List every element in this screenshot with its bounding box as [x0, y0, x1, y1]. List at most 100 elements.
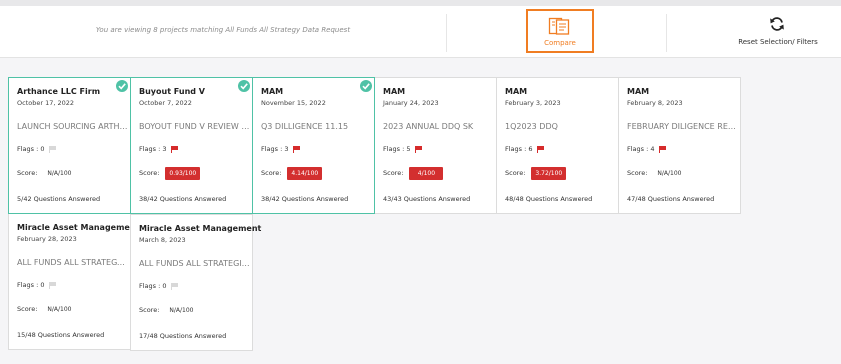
card-score: Score: N/A/100: [17, 166, 72, 180]
divider: [666, 14, 667, 52]
flag-icon: [536, 146, 544, 153]
flags-label: Flags :: [505, 145, 527, 153]
score-label: Score:: [17, 169, 38, 177]
card-flags: Flags : 4: [627, 145, 666, 153]
card-date: November 15, 2022: [261, 99, 326, 107]
project-card[interactable]: MAM January 24, 2023 2023 ANNUAL DDQ SK Fla…: [374, 77, 497, 214]
card-questions-answered: 43/43 Questions Answered: [383, 195, 471, 203]
card-score: Score: 4/100: [383, 166, 444, 180]
score-value: 4/100: [409, 166, 444, 180]
flag-icon: [170, 146, 178, 153]
card-score: Score: 0.93/100: [139, 166, 201, 180]
card-flags: Flags : 0: [17, 145, 56, 153]
flags-count: 0: [162, 282, 167, 290]
compare-document-icon: [548, 17, 570, 35]
compare-label: Compare: [544, 39, 576, 47]
card-date: February 28, 2023: [17, 235, 77, 243]
card-project-title: LAUNCH SOURCING ARTHANCE: [17, 122, 129, 131]
project-card-grid: Arthance LLC Firm October 17, 2022 LAUNCH …: [8, 77, 808, 351]
card-project-title: FEBRUARY DILIGENCE REQUEST: [627, 122, 739, 131]
card-questions-answered: 17/48 Questions Answered: [139, 332, 227, 340]
score-label: Score:: [139, 169, 160, 177]
selected-check-icon: [238, 80, 250, 92]
card-score: Score: 3.72/100: [505, 166, 567, 180]
flags-count: 4: [650, 145, 655, 153]
project-card[interactable]: Miracle Asset Management February 28, 202…: [8, 213, 139, 350]
card-flags: Flags : 0: [17, 281, 56, 289]
card-questions-answered: 5/42 Questions Answered: [17, 195, 101, 203]
card-project-title: 1Q2023 DDQ: [505, 122, 558, 131]
card-questions-answered: 38/42 Questions Answered: [139, 195, 227, 203]
card-questions-answered: 38/42 Questions Answered: [261, 195, 349, 203]
score-label: Score:: [261, 169, 282, 177]
score-value: 3.72/100: [531, 166, 567, 180]
score-value: N/A/100: [169, 306, 194, 314]
card-firm-name: MAM: [383, 87, 406, 96]
card-project-title: Q3 DILLIGENCE 11.15: [261, 122, 349, 131]
card-project-title: BOYOUT FUND V REVIEW Q2: [139, 122, 251, 131]
card-score: Score: N/A/100: [139, 303, 194, 317]
card-firm-name: Miracle Asset Management: [139, 224, 262, 233]
flags-count: 3: [284, 145, 289, 153]
flag-icon: [48, 146, 56, 153]
flags-label: Flags :: [261, 145, 283, 153]
card-date: February 3, 2023: [505, 99, 561, 107]
score-value: 4.14/100: [287, 166, 323, 180]
reset-selection-button[interactable]: Reset Selection/ Filters: [716, 14, 840, 52]
divider: [446, 14, 447, 52]
score-value: N/A/100: [47, 169, 72, 177]
flag-icon: [292, 146, 300, 153]
project-card[interactable]: MAM February 3, 2023 1Q2023 DDQ Flags : 6 Sc…: [496, 77, 619, 214]
score-label: Score:: [17, 305, 38, 313]
card-project-title: ALL FUNDS ALL STRATEGIES: [139, 259, 251, 268]
selected-check-icon: [360, 80, 372, 92]
reset-label: Reset Selection/ Filters: [738, 38, 818, 46]
score-value: N/A/100: [47, 305, 72, 313]
project-card[interactable]: MAM November 15, 2022 Q3 DILLIGENCE 11.15 F…: [252, 77, 375, 214]
flags-label: Flags :: [17, 145, 39, 153]
card-date: January 24, 2023: [383, 99, 439, 107]
card-date: October 7, 2022: [139, 99, 192, 107]
card-project-title: 2023 ANNUAL DDQ SK: [383, 122, 474, 131]
card-firm-name: MAM: [627, 87, 650, 96]
flag-icon: [48, 282, 56, 289]
selected-check-icon: [116, 80, 128, 92]
score-value: 0.93/100: [165, 166, 201, 180]
flags-label: Flags :: [139, 282, 161, 290]
score-label: Score:: [383, 169, 404, 177]
card-questions-answered: 15/48 Questions Answered: [17, 331, 105, 339]
card-questions-answered: 48/48 Questions Answered: [505, 195, 593, 203]
card-project-title: ALL FUNDS ALL STRATEGY DATA REQUEST: [17, 258, 129, 267]
score-label: Score:: [139, 306, 160, 314]
card-score: Score: 4.14/100: [261, 166, 323, 180]
flags-count: 3: [162, 145, 167, 153]
card-firm-name: Miracle Asset Management: [17, 223, 140, 232]
project-card[interactable]: Miracle Asset Management March 8, 2023 ALL…: [130, 214, 261, 351]
card-flags: Flags : 6: [505, 145, 544, 153]
card-score: Score: N/A/100: [17, 302, 72, 316]
flags-label: Flags :: [139, 145, 161, 153]
card-firm-name: MAM: [505, 87, 528, 96]
score-label: Score:: [505, 169, 526, 177]
flags-label: Flags :: [17, 281, 39, 289]
project-card[interactable]: Buyout Fund V October 7, 2022 BOYOUT FUND …: [130, 77, 253, 214]
flags-label: Flags :: [627, 145, 649, 153]
card-date: March 8, 2023: [139, 236, 186, 244]
card-firm-name: Buyout Fund V: [139, 87, 205, 96]
card-flags: Flags : 0: [139, 282, 178, 290]
card-firm-name: MAM: [261, 87, 284, 96]
card-flags: Flags : 5: [383, 145, 422, 153]
project-card[interactable]: Arthance LLC Firm October 17, 2022 LAUNCH …: [8, 77, 131, 214]
flags-label: Flags :: [383, 145, 405, 153]
toolbar: You are viewing 8 projects matching All …: [0, 6, 841, 58]
flag-icon: [658, 146, 666, 153]
score-label: Score:: [627, 169, 648, 177]
card-flags: Flags : 3: [139, 145, 178, 153]
results-info-text: You are viewing 8 projects matching All …: [95, 26, 351, 34]
flags-count: 0: [40, 145, 45, 153]
score-value: N/A/100: [657, 169, 682, 177]
card-flags: Flags : 3: [261, 145, 300, 153]
project-card[interactable]: MAM February 8, 2023 FEBRUARY DILIGENCE RE…: [618, 77, 741, 214]
compare-button[interactable]: Compare: [526, 9, 594, 53]
flags-count: 5: [406, 145, 411, 153]
